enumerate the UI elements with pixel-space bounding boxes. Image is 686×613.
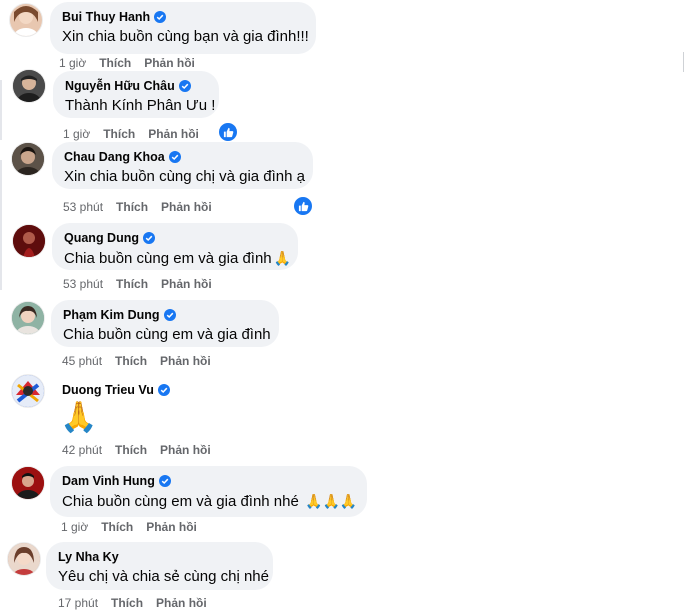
- reply-button[interactable]: Phản hồi: [161, 200, 212, 214]
- reply-button[interactable]: Phản hồi: [160, 354, 211, 368]
- verified-badge-icon: [143, 232, 155, 244]
- author-name[interactable]: Duong Trieu Vu: [62, 383, 154, 397]
- verified-badge-icon: [168, 151, 181, 163]
- comment-time[interactable]: 45 phút: [62, 354, 102, 368]
- like-button[interactable]: Thích: [99, 56, 131, 70]
- comment-time[interactable]: 17 phút: [58, 596, 98, 610]
- comment-text-body: Chia buồn cùng em và gia đình: [64, 250, 272, 267]
- reply-button[interactable]: Phản hồi: [156, 596, 207, 610]
- verified-badge-icon: [157, 384, 170, 396]
- comment-actions: 42 phút Thích Phản hồi: [62, 443, 224, 457]
- praying-hands-icon: 🙏: [60, 401, 98, 434]
- like-button[interactable]: Thích: [116, 277, 148, 291]
- praying-hands-icon: 🙏🙏🙏: [305, 493, 358, 509]
- comment-bubble: Dam Vinh Hung Chia buồn cùng em và gia đ…: [50, 466, 367, 517]
- avatar[interactable]: [10, 4, 42, 36]
- thread-line: [0, 160, 2, 290]
- reply-button[interactable]: Phản hồi: [160, 443, 211, 457]
- comment-actions: 45 phút Thích Phản hồi: [62, 354, 224, 368]
- comment-text: Xin chia buồn cùng bạn và gia đình!!!: [62, 28, 309, 45]
- comment-bubble: Phạm Kim Dung Chia buồn cùng em và gia đ…: [51, 300, 279, 347]
- comment-time[interactable]: 53 phút: [63, 200, 103, 214]
- comment-text-body: Chia buồn cùng em và gia đình nhé: [62, 493, 299, 510]
- like-button[interactable]: Thích: [116, 200, 148, 214]
- verified-badge-icon: [178, 80, 191, 92]
- author-name[interactable]: Chau Dang Khoa: [64, 150, 165, 164]
- author-name[interactable]: Nguyễn Hữu Châu: [65, 79, 175, 93]
- comment-time[interactable]: 1 giờ: [59, 56, 86, 70]
- comment-actions: 1 giờ Thích Phản hồi: [59, 56, 208, 70]
- comment-author[interactable]: Phạm Kim Dung: [63, 307, 267, 323]
- reply-button[interactable]: Phản hồi: [148, 127, 199, 141]
- author-name[interactable]: Phạm Kim Dung: [63, 308, 160, 322]
- comment-author[interactable]: Bui Thuy Hanh: [62, 9, 304, 25]
- author-name[interactable]: Dam Vinh Hung: [62, 474, 155, 488]
- comment-author[interactable]: Chau Dang Khoa: [64, 149, 301, 165]
- comment-actions: 53 phút Thích Phản hồi: [63, 277, 225, 291]
- like-button[interactable]: Thích: [115, 354, 147, 368]
- praying-hands-icon: 🙏: [273, 250, 292, 266]
- comment-bubble: Chau Dang Khoa Xin chia buồn cùng chị và…: [52, 142, 313, 189]
- avatar[interactable]: [12, 467, 44, 499]
- like-reaction-icon[interactable]: [292, 195, 314, 217]
- comment-time[interactable]: 53 phút: [63, 277, 103, 291]
- thread-line: [0, 80, 2, 140]
- avatar[interactable]: [8, 543, 40, 575]
- comment-actions: 1 giờ Thích Phản hồi: [61, 520, 210, 534]
- comment-header: Duong Trieu Vu: [62, 382, 170, 398]
- comment-author[interactable]: Nguyễn Hữu Châu: [65, 78, 207, 94]
- author-name[interactable]: Bui Thuy Hanh: [62, 10, 150, 24]
- comment-author[interactable]: Quang Dung: [64, 230, 286, 246]
- reply-button[interactable]: Phản hồi: [161, 277, 212, 291]
- like-button[interactable]: Thích: [103, 127, 135, 141]
- comment-time[interactable]: 1 giờ: [61, 520, 88, 534]
- comment-text: Chia buồn cùng em và gia đình 🙏: [64, 248, 291, 269]
- avatar[interactable]: [12, 375, 44, 407]
- reply-button[interactable]: Phản hồi: [144, 56, 195, 70]
- verified-badge-icon: [154, 11, 167, 23]
- avatar[interactable]: [13, 225, 45, 257]
- comment-text: Xin chia buồn cùng chị và gia đình ạ: [64, 168, 306, 185]
- comment-actions: 53 phút Thích Phản hồi: [63, 200, 225, 214]
- author-name[interactable]: Ly Nha Ky: [58, 550, 119, 564]
- comment-author[interactable]: Ly Nha Ky: [58, 549, 261, 565]
- comment-text: Chia buồn cùng em và gia đình nhé 🙏🙏🙏: [62, 491, 358, 512]
- comment-time[interactable]: 42 phút: [62, 443, 102, 457]
- like-button[interactable]: Thích: [115, 443, 147, 457]
- author-name[interactable]: Quang Dung: [64, 231, 139, 245]
- comment-bubble: Nguyễn Hữu Châu Thành Kính Phân Ưu !: [53, 71, 219, 118]
- comment-text: Thành Kính Phân Ưu !: [65, 97, 216, 114]
- comment-bubble: Bui Thuy Hanh Xin chia buồn cùng bạn và …: [50, 2, 316, 54]
- verified-badge-icon: [163, 309, 176, 321]
- comment-actions: 1 giờ Thích Phản hồi: [63, 127, 212, 141]
- avatar[interactable]: [12, 302, 44, 334]
- comment-time[interactable]: 1 giờ: [63, 127, 90, 141]
- comment-bubble: Quang Dung Chia buồn cùng em và gia đình…: [52, 223, 298, 270]
- like-button[interactable]: Thích: [111, 596, 143, 610]
- avatar[interactable]: [13, 70, 45, 102]
- like-reaction-icon[interactable]: [217, 121, 239, 143]
- comment-text: Yêu chị và chia sẻ cùng chị nhé: [58, 568, 269, 585]
- comment-actions: 17 phút Thích Phản hồi: [58, 596, 220, 610]
- reply-button[interactable]: Phản hồi: [146, 520, 197, 534]
- comment-author[interactable]: Dam Vinh Hung: [62, 473, 355, 489]
- scrollbar-track[interactable]: [683, 52, 684, 72]
- comment-text: Chia buồn cùng em và gia đình: [63, 326, 271, 343]
- comment-bubble: Ly Nha Ky Yêu chị và chia sẻ cùng chị nh…: [46, 542, 273, 590]
- like-button[interactable]: Thích: [101, 520, 133, 534]
- avatar[interactable]: [12, 143, 44, 175]
- verified-badge-icon: [158, 475, 171, 487]
